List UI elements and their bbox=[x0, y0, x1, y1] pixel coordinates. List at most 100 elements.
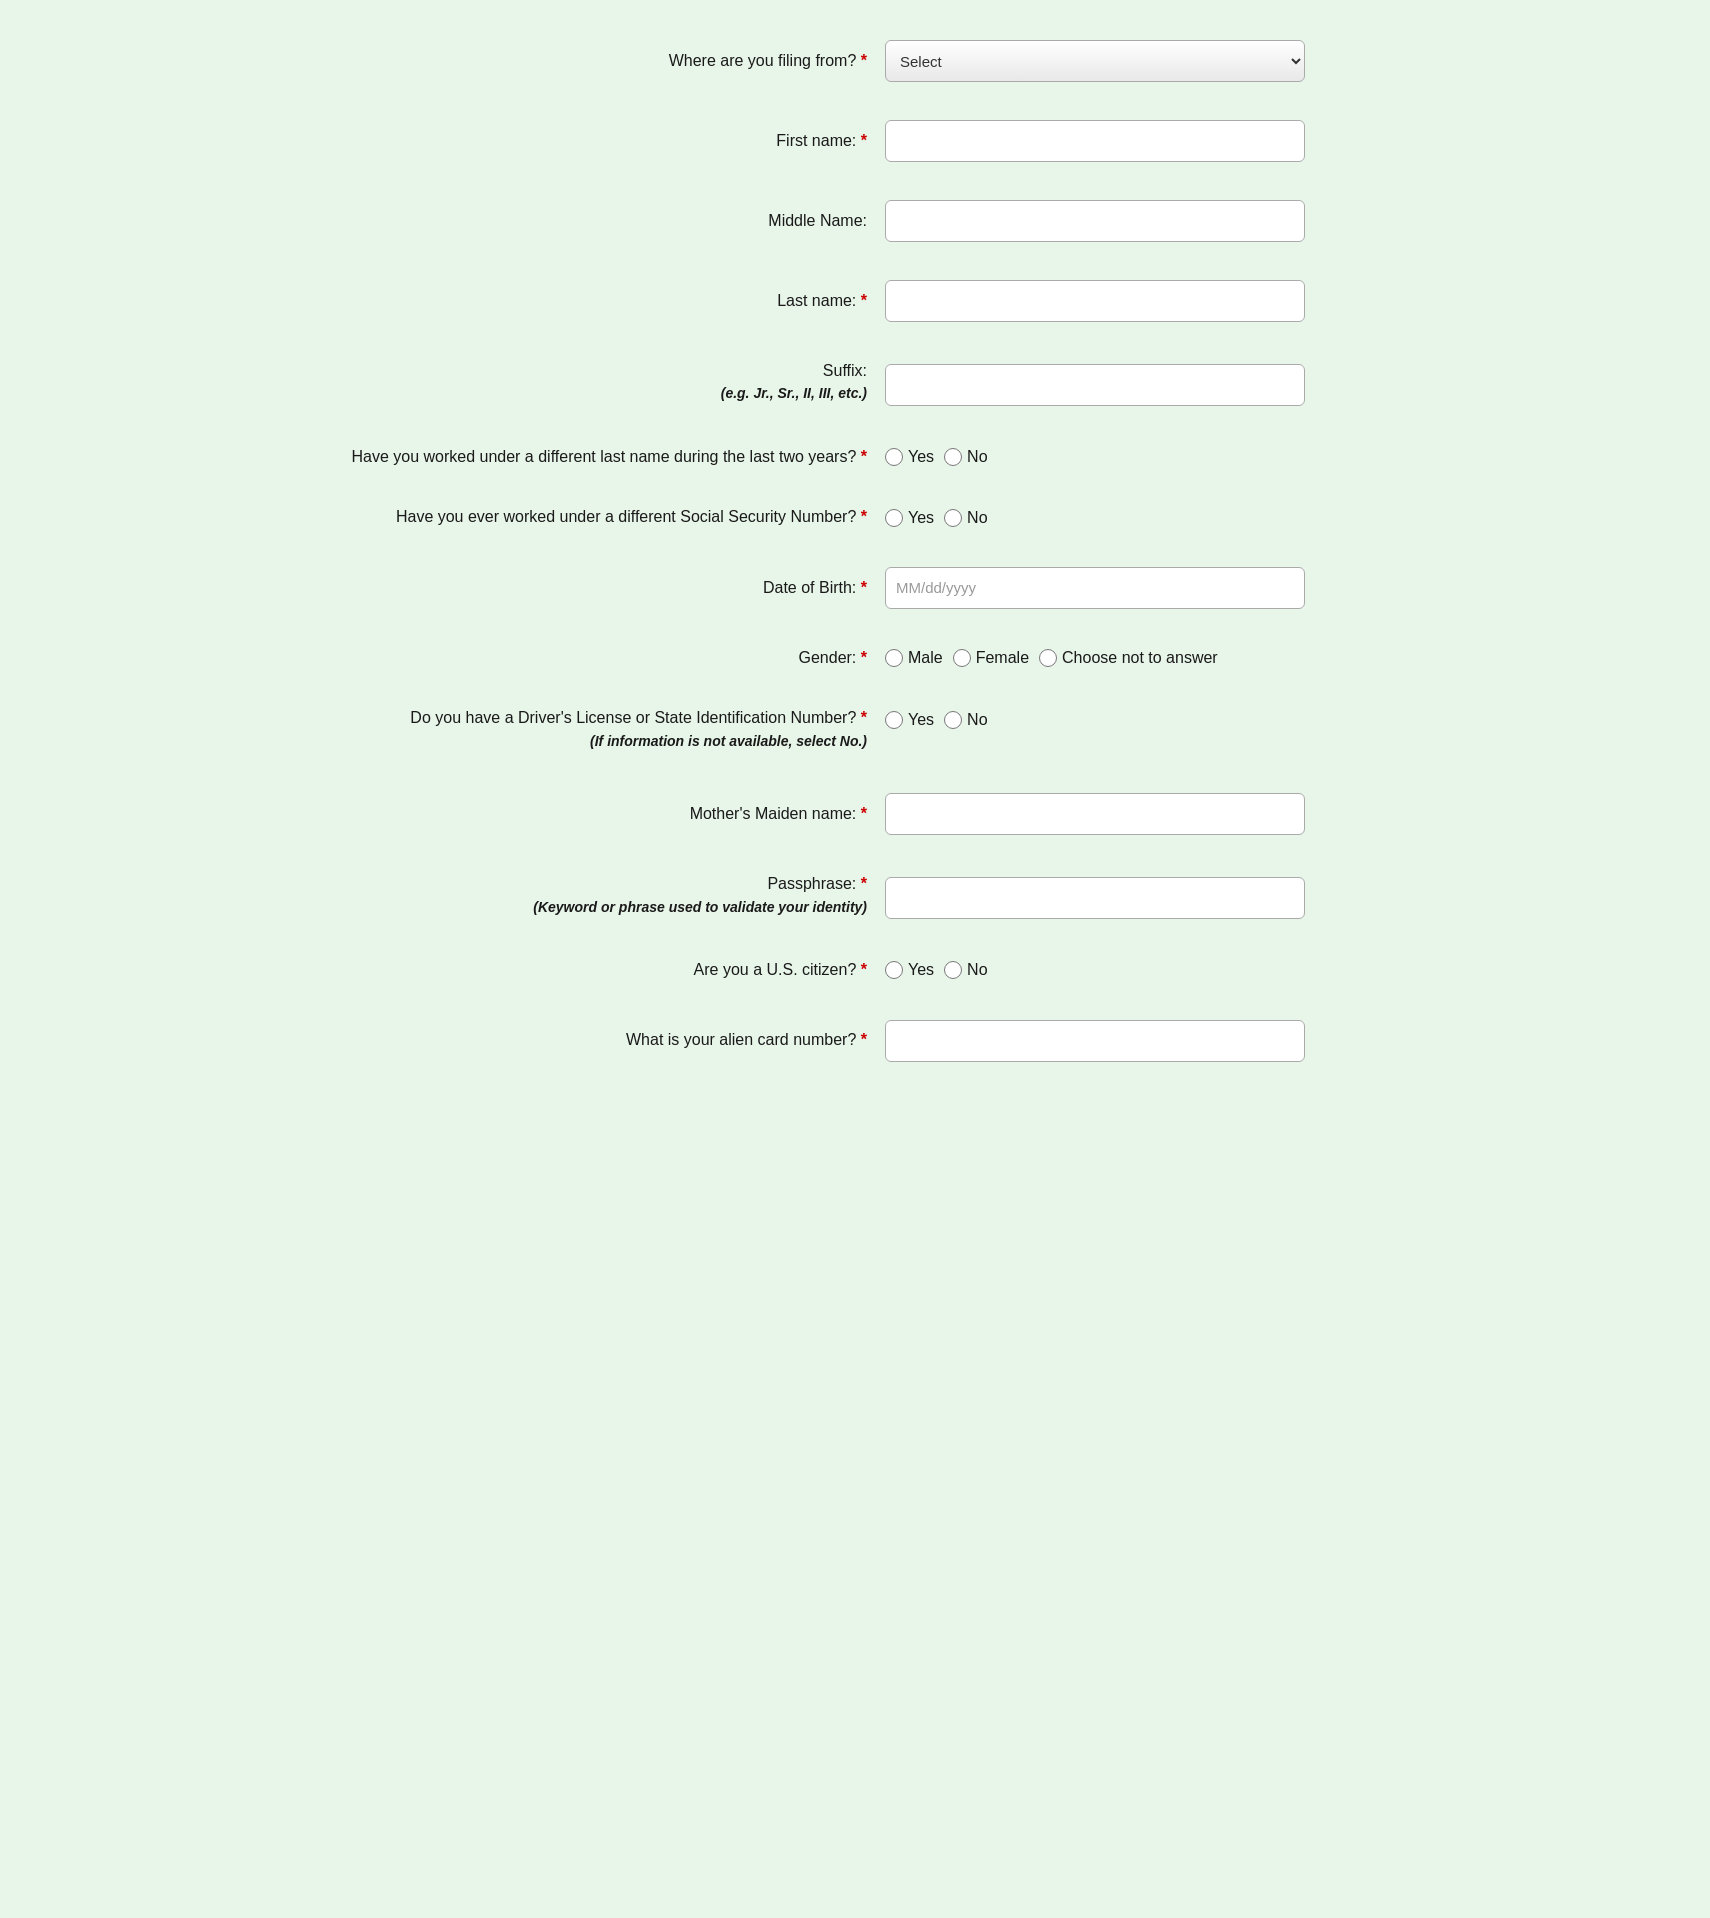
us-citizen-label-area: Are you a U.S. citizen? * bbox=[305, 959, 885, 981]
dob-required: * bbox=[861, 579, 867, 596]
gender-row: Gender: * Male Female Choose not to answ… bbox=[305, 647, 1405, 669]
diff-ssn-no-radio[interactable] bbox=[944, 509, 962, 527]
diff-ssn-label-area: Have you ever worked under a different S… bbox=[305, 506, 885, 528]
suffix-input[interactable] bbox=[885, 364, 1305, 406]
filing-from-row: Where are you filing from? * Select bbox=[305, 40, 1405, 82]
last-name-row: Last name: * bbox=[305, 280, 1405, 322]
gender-female-label[interactable]: Female bbox=[976, 649, 1029, 667]
diff-last-name-row: Have you worked under a different last n… bbox=[305, 446, 1405, 468]
diff-ssn-yes-item[interactable]: Yes bbox=[885, 509, 934, 527]
diff-ssn-yes-label[interactable]: Yes bbox=[908, 509, 934, 527]
us-citizen-yes-label[interactable]: Yes bbox=[908, 961, 934, 979]
middle-name-row: Middle Name: bbox=[305, 200, 1405, 242]
middle-name-input[interactable] bbox=[885, 200, 1305, 242]
last-name-required: * bbox=[861, 292, 867, 309]
last-name-input[interactable] bbox=[885, 280, 1305, 322]
drivers-license-yes-item[interactable]: Yes bbox=[885, 711, 934, 729]
diff-ssn-yes-radio[interactable] bbox=[885, 509, 903, 527]
suffix-sub-label: (e.g. Jr., Sr., II, III, etc.) bbox=[305, 384, 867, 404]
diff-ssn-row: Have you ever worked under a different S… bbox=[305, 506, 1405, 528]
drivers-license-no-label[interactable]: No bbox=[967, 711, 987, 729]
gender-male-item[interactable]: Male bbox=[885, 649, 943, 667]
passphrase-input-area bbox=[885, 873, 1405, 919]
last-name-label-area: Last name: * bbox=[305, 290, 885, 312]
middle-name-label: Middle Name: bbox=[768, 212, 867, 229]
gender-female-radio[interactable] bbox=[953, 649, 971, 667]
alien-card-input-area bbox=[885, 1020, 1405, 1062]
suffix-label-area: Suffix: (e.g. Jr., Sr., II, III, etc.) bbox=[305, 360, 885, 408]
filing-from-label-area: Where are you filing from? * bbox=[305, 50, 885, 72]
last-name-label: Last name: bbox=[777, 292, 856, 309]
mothers-maiden-input-area bbox=[885, 793, 1405, 835]
diff-last-name-no-label[interactable]: No bbox=[967, 448, 987, 466]
mothers-maiden-row: Mother's Maiden name: * bbox=[305, 793, 1405, 835]
first-name-row: First name: * bbox=[305, 120, 1405, 162]
gender-choose-label[interactable]: Choose not to answer bbox=[1062, 649, 1218, 667]
alien-card-label: What is your alien card number? bbox=[626, 1031, 856, 1048]
drivers-license-radio-group: Yes No bbox=[885, 711, 988, 729]
us-citizen-yes-radio[interactable] bbox=[885, 961, 903, 979]
diff-ssn-input-area: Yes No bbox=[885, 509, 1405, 527]
us-citizen-no-label[interactable]: No bbox=[967, 961, 987, 979]
mothers-maiden-label-area: Mother's Maiden name: * bbox=[305, 803, 885, 825]
last-name-input-area bbox=[885, 280, 1405, 322]
gender-input-area: Male Female Choose not to answer bbox=[885, 649, 1405, 667]
passphrase-input[interactable] bbox=[885, 877, 1305, 919]
gender-label: Gender: bbox=[799, 649, 857, 666]
gender-male-label[interactable]: Male bbox=[908, 649, 943, 667]
drivers-license-yes-radio[interactable] bbox=[885, 711, 903, 729]
us-citizen-yes-item[interactable]: Yes bbox=[885, 961, 934, 979]
middle-name-label-area: Middle Name: bbox=[305, 210, 885, 232]
passphrase-row: Passphrase: * (Keyword or phrase used to… bbox=[305, 873, 1405, 921]
us-citizen-radio-group: Yes No bbox=[885, 961, 988, 979]
diff-last-name-required: * bbox=[861, 448, 867, 465]
drivers-license-no-radio[interactable] bbox=[944, 711, 962, 729]
diff-last-name-radio-group: Yes No bbox=[885, 448, 988, 466]
filing-from-label: Where are you filing from? bbox=[669, 52, 857, 69]
dob-input[interactable] bbox=[885, 567, 1305, 609]
filing-from-required: * bbox=[861, 52, 867, 69]
us-citizen-required: * bbox=[861, 961, 867, 978]
us-citizen-row: Are you a U.S. citizen? * Yes No bbox=[305, 959, 1405, 981]
gender-radio-group: Male Female Choose not to answer bbox=[885, 649, 1218, 667]
gender-choose-radio[interactable] bbox=[1039, 649, 1057, 667]
diff-last-name-yes-radio[interactable] bbox=[885, 448, 903, 466]
diff-last-name-no-radio[interactable] bbox=[944, 448, 962, 466]
mothers-maiden-required: * bbox=[861, 805, 867, 822]
gender-female-item[interactable]: Female bbox=[953, 649, 1029, 667]
filing-from-select[interactable]: Select bbox=[885, 40, 1305, 82]
gender-required: * bbox=[861, 649, 867, 666]
us-citizen-no-item[interactable]: No bbox=[944, 961, 987, 979]
us-citizen-no-radio[interactable] bbox=[944, 961, 962, 979]
drivers-license-no-item[interactable]: No bbox=[944, 711, 987, 729]
diff-last-name-yes-item[interactable]: Yes bbox=[885, 448, 934, 466]
passphrase-sub-label: (Keyword or phrase used to validate your… bbox=[305, 898, 867, 918]
drivers-license-yes-label[interactable]: Yes bbox=[908, 711, 934, 729]
diff-last-name-label-area: Have you worked under a different last n… bbox=[305, 446, 885, 468]
first-name-input[interactable] bbox=[885, 120, 1305, 162]
mothers-maiden-input[interactable] bbox=[885, 793, 1305, 835]
first-name-required: * bbox=[861, 132, 867, 149]
suffix-row: Suffix: (e.g. Jr., Sr., II, III, etc.) bbox=[305, 360, 1405, 408]
alien-card-row: What is your alien card number? * bbox=[305, 1020, 1405, 1062]
diff-ssn-no-item[interactable]: No bbox=[944, 509, 987, 527]
middle-name-input-area bbox=[885, 200, 1405, 242]
diff-last-name-yes-label[interactable]: Yes bbox=[908, 448, 934, 466]
diff-ssn-radio-group: Yes No bbox=[885, 509, 988, 527]
gender-choose-item[interactable]: Choose not to answer bbox=[1039, 649, 1218, 667]
diff-ssn-no-label[interactable]: No bbox=[967, 509, 987, 527]
dob-label: Date of Birth: bbox=[763, 579, 856, 596]
gender-male-radio[interactable] bbox=[885, 649, 903, 667]
drivers-license-input-area: Yes No bbox=[885, 707, 1405, 729]
first-name-input-area bbox=[885, 120, 1405, 162]
suffix-input-area bbox=[885, 360, 1405, 406]
mothers-maiden-label: Mother's Maiden name: bbox=[690, 805, 857, 822]
dob-input-area bbox=[885, 567, 1405, 609]
alien-card-input[interactable] bbox=[885, 1020, 1305, 1062]
passphrase-required: * bbox=[861, 875, 867, 892]
alien-card-required: * bbox=[861, 1031, 867, 1048]
suffix-label: Suffix: bbox=[823, 362, 867, 379]
drivers-license-row: Do you have a Driver's License or State … bbox=[305, 707, 1405, 755]
passphrase-label-area: Passphrase: * (Keyword or phrase used to… bbox=[305, 873, 885, 921]
diff-last-name-no-item[interactable]: No bbox=[944, 448, 987, 466]
